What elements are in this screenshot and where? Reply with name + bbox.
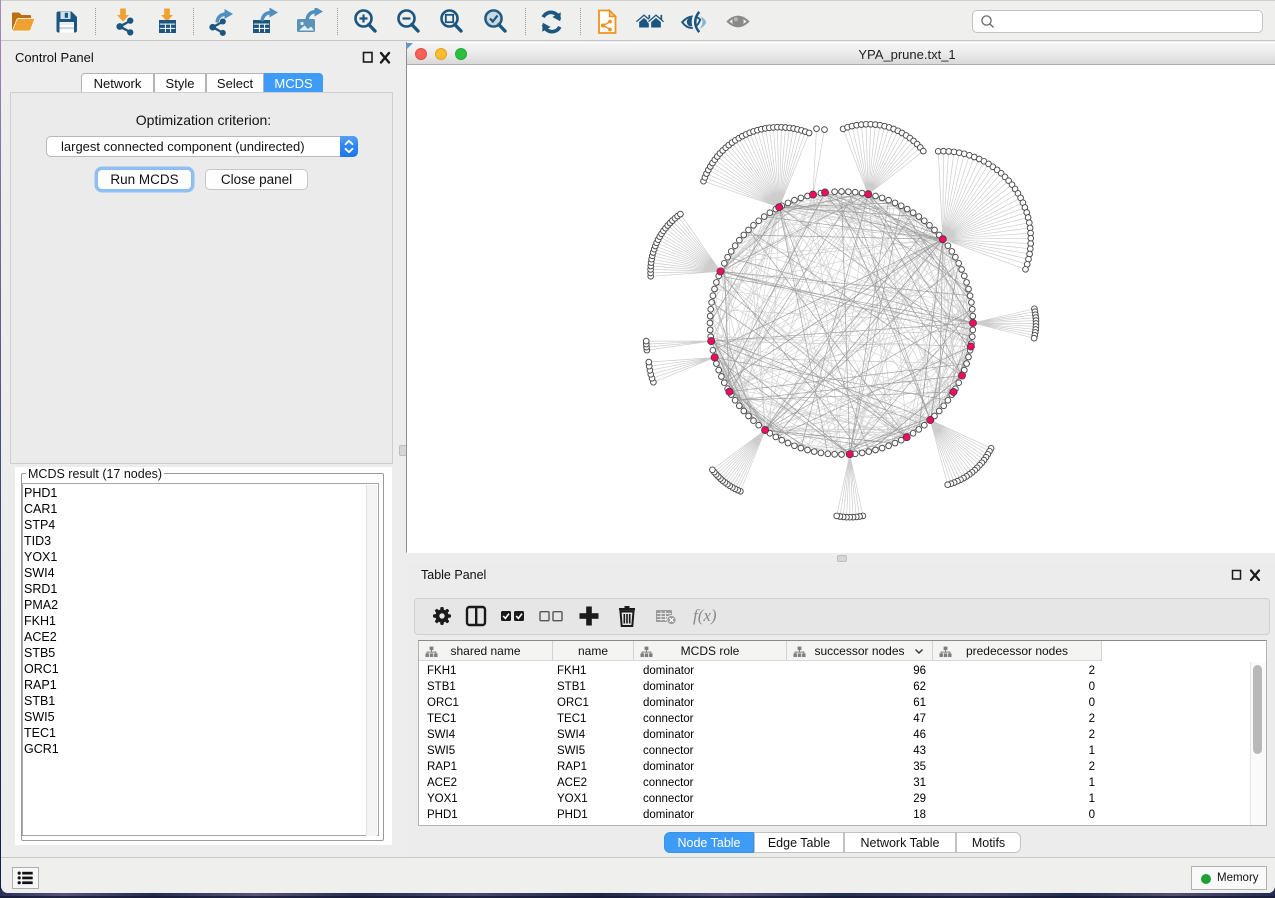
svg-text:f(x): f(x) [693,606,717,625]
